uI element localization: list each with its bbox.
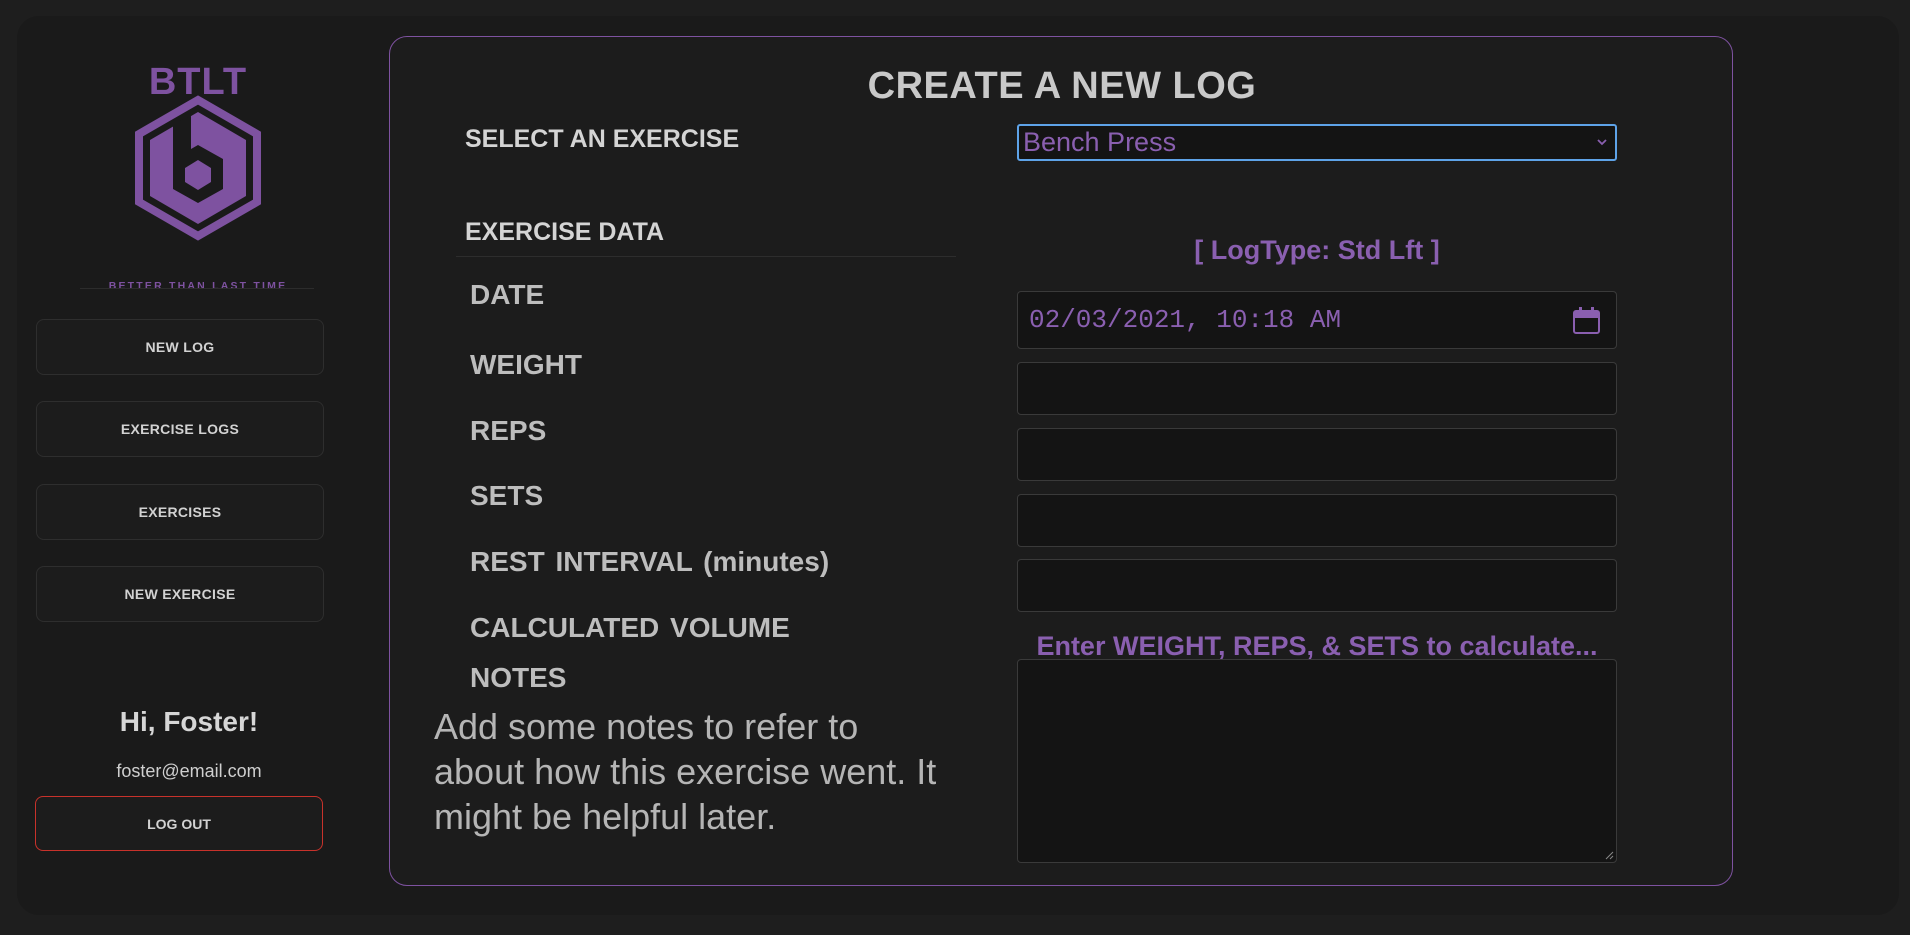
- nav-new-log-button[interactable]: NEW LOG: [36, 319, 324, 375]
- reps-label: REPS: [470, 415, 547, 446]
- app-window: BTLT BETTER THAN LAST TIME NEW LOG EXERC…: [17, 16, 1899, 915]
- nav-exercises-button[interactable]: EXERCISES: [36, 484, 324, 540]
- rest-interval-input[interactable]: [1017, 559, 1617, 612]
- exercise-select-value: Bench Press: [1023, 127, 1177, 157]
- notes-hint: Add some notes to refer to about how thi…: [434, 706, 937, 837]
- date-label: DATE: [470, 279, 545, 310]
- notes-label: NOTES: [470, 662, 567, 693]
- nav-new-exercise-button[interactable]: NEW EXERCISE: [36, 566, 324, 622]
- nav-exercise-logs-button[interactable]: EXERCISE LOGS: [36, 401, 324, 457]
- logout-button[interactable]: LOG OUT: [35, 796, 323, 851]
- date-input-value: 02/03/2021, 10:18 AM: [1029, 305, 1342, 335]
- resize-handle-icon[interactable]: [1605, 851, 1614, 860]
- log-type-indicator: [ LogType: Std Lft ]: [1194, 235, 1440, 265]
- calculated-volume-label: CALCULATED VOLUME: [470, 612, 790, 643]
- exercise-select[interactable]: Bench Press: [1017, 124, 1617, 161]
- weight-label: WEIGHT: [470, 349, 582, 380]
- sidebar: BTLT BETTER THAN LAST TIME NEW LOG EXERC…: [17, 16, 361, 915]
- sets-input[interactable]: [1017, 494, 1617, 547]
- exercise-data-label: EXERCISE DATA: [465, 218, 665, 246]
- user-greeting: Hi, Foster!: [119, 706, 259, 737]
- reps-input[interactable]: [1017, 428, 1617, 481]
- sets-label: SETS: [470, 480, 544, 511]
- new-log-form: CREATE A NEW LOG SELECT AN EXERCISE Benc…: [389, 36, 1733, 886]
- page-title: CREATE A NEW LOG: [867, 65, 1257, 107]
- weight-input[interactable]: [1017, 362, 1617, 415]
- date-input[interactable]: 02/03/2021, 10:18 AM: [1017, 291, 1617, 349]
- section-divider: [456, 256, 956, 257]
- rest-interval-label: REST INTERVAL (minutes): [470, 546, 830, 577]
- calendar-icon[interactable]: [1572, 306, 1601, 335]
- notes-textarea[interactable]: [1017, 659, 1617, 863]
- user-email: foster@email.com: [116, 761, 262, 781]
- select-exercise-label: SELECT AN EXERCISE: [465, 125, 740, 153]
- chevron-down-icon: [1597, 139, 1607, 146]
- svg-text:BETTER THAN LAST TIME: BETTER THAN LAST TIME: [109, 280, 288, 292]
- brand-logo: BTLT BETTER THAN LAST TIME: [97, 46, 297, 296]
- logo-divider: [80, 288, 314, 289]
- calculated-volume-value: Enter WEIGHT, REPS, & SETS to calculate.…: [1036, 631, 1598, 661]
